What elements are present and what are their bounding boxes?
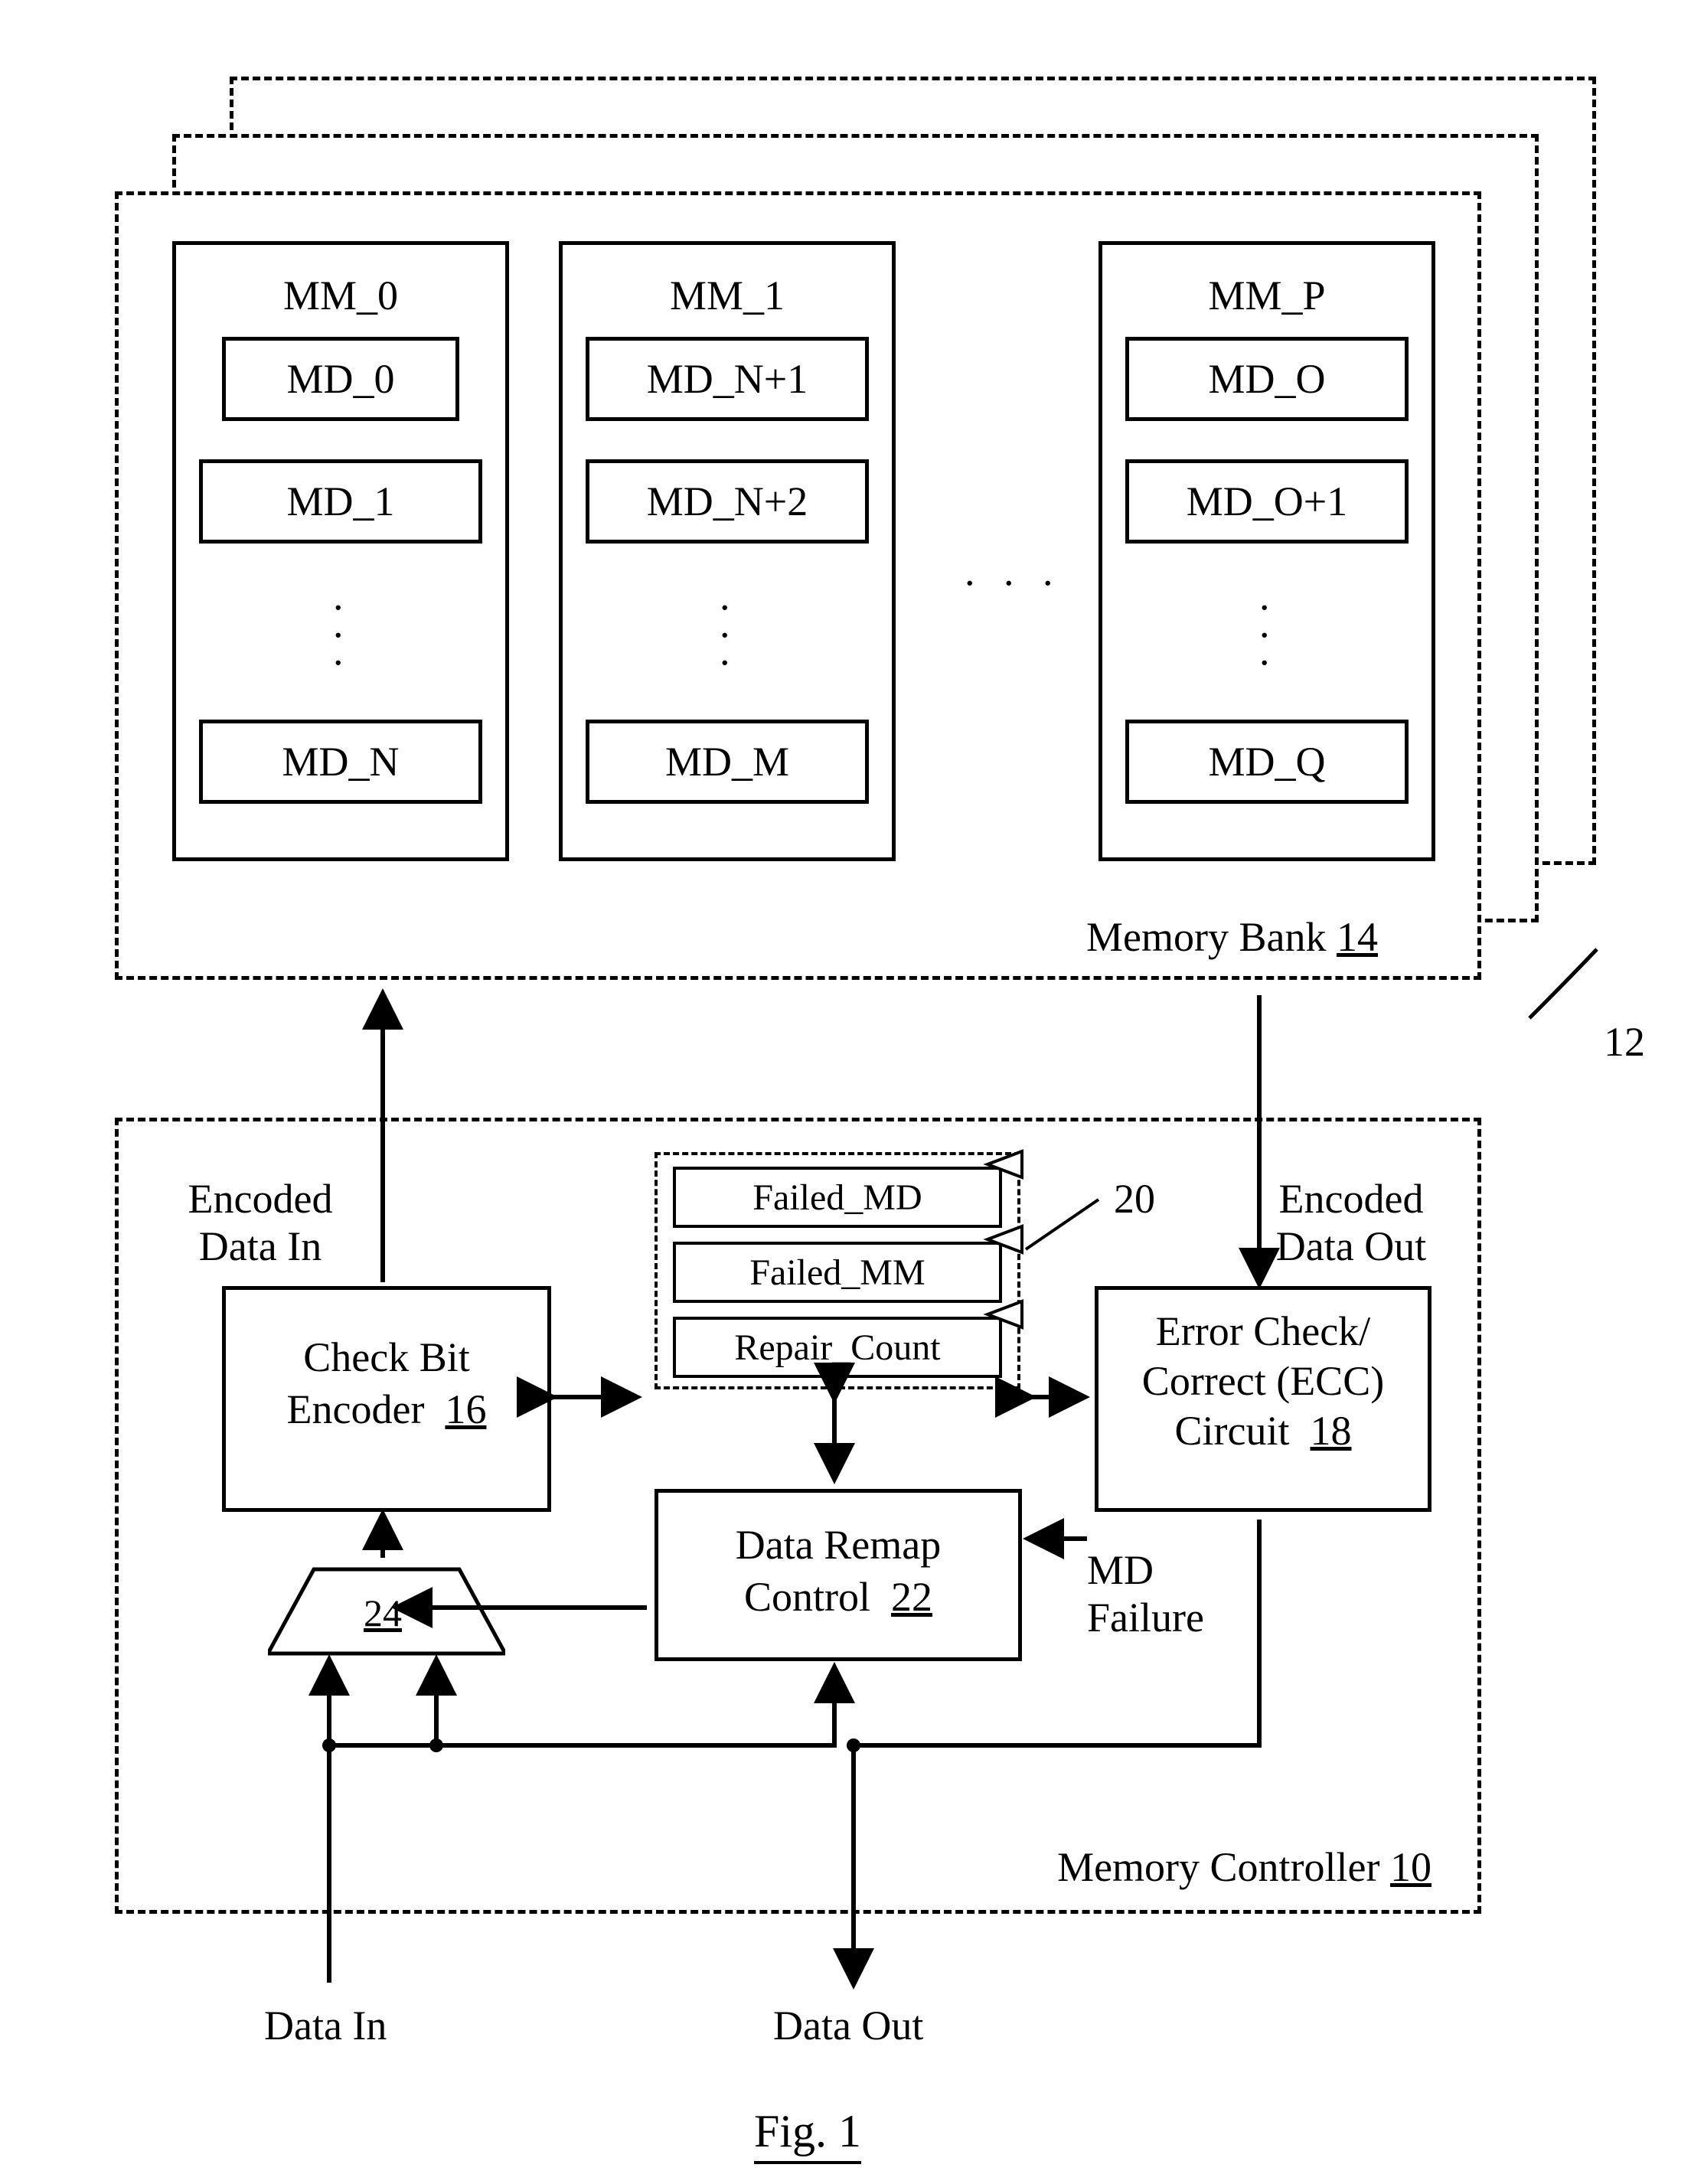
data-in-label: Data In — [264, 2002, 387, 2049]
figure-label: Fig. 1 — [754, 2105, 861, 2164]
data-out-label: Data Out — [773, 2002, 923, 2049]
wiring — [0, 0, 1691, 2184]
